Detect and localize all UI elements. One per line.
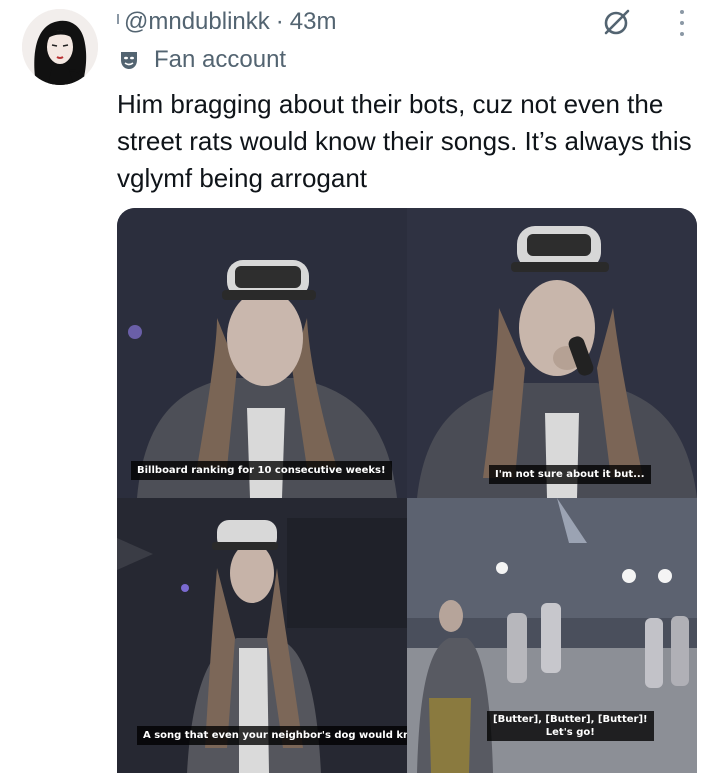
- subtitle-line: [Butter], [Butter], [Butter]!: [493, 714, 648, 725]
- media-panel-2: I'm not sure about it but...: [407, 208, 697, 498]
- panel-2-image: [407, 208, 697, 498]
- tweet-media[interactable]: Billboard ranking for 10 consecutive wee…: [117, 208, 697, 773]
- subtitle-caption: [Butter], [Butter], [Butter]! Let's go!: [487, 711, 654, 741]
- tweet-header: @mndublinkk · 43m: [124, 6, 336, 38]
- media-panel-1: Billboard ranking for 10 consecutive wee…: [117, 208, 407, 498]
- subtitle-line: Let's go!: [545, 727, 595, 738]
- media-panel-3: A song that even your neighbor's dog wou…: [117, 498, 407, 773]
- more-dot: [680, 32, 684, 36]
- tweet-text: Him bragging about their bots, cuz not e…: [117, 89, 692, 193]
- subtitle-caption: I'm not sure about it but...: [489, 465, 651, 484]
- avatar[interactable]: [22, 9, 98, 85]
- user-handle[interactable]: @mndublinkk: [124, 8, 270, 36]
- account-label-text: Fan account: [154, 46, 287, 73]
- more-dot: [680, 10, 684, 14]
- subtitle-caption: A song that even your neighbor's dog wou…: [137, 726, 407, 745]
- slash-circle-icon[interactable]: [601, 6, 633, 38]
- more-vertical-icon[interactable]: [676, 8, 688, 38]
- theater-mask-icon: [121, 52, 137, 69]
- account-label: Fan account: [118, 44, 286, 76]
- panel-1-image: [117, 208, 407, 498]
- media-panel-4: [Butter], [Butter], [Butter]! Let's go!: [407, 498, 697, 773]
- tweet-time[interactable]: 43m: [290, 8, 337, 36]
- more-dot: [680, 21, 684, 25]
- reply-thread-tick: [117, 14, 119, 24]
- subtitle-caption: Billboard ranking for 10 consecutive wee…: [131, 461, 392, 480]
- avatar-drawing: [22, 9, 98, 85]
- header-separator: ·: [275, 8, 284, 35]
